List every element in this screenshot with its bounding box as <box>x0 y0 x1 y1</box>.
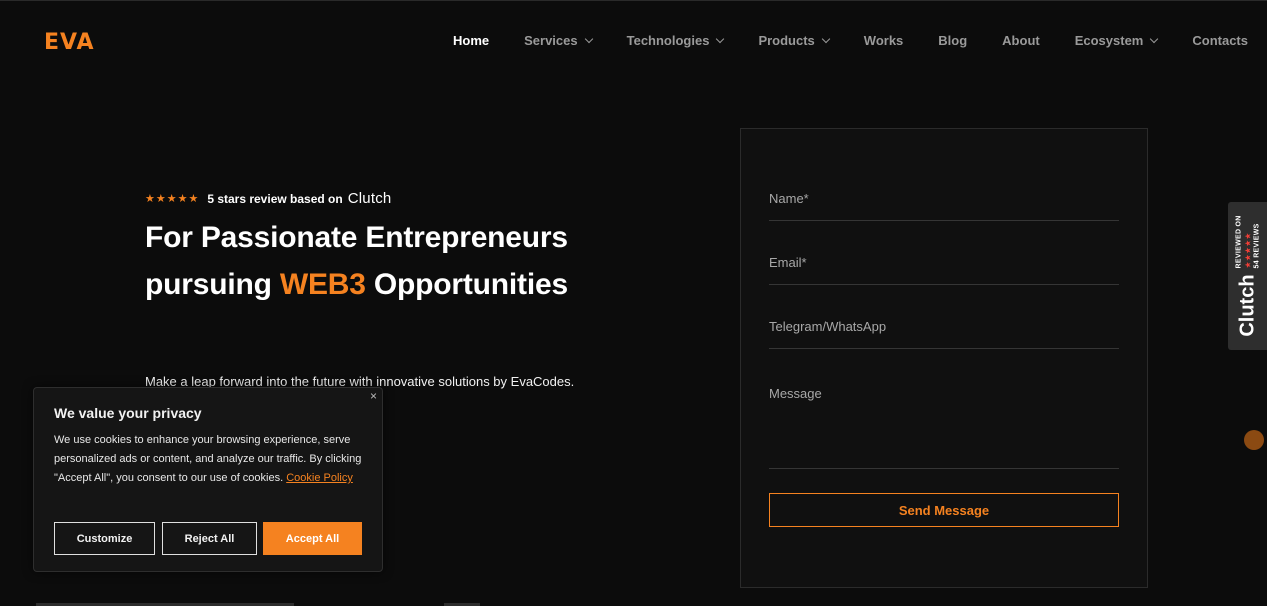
clutch-badge-brand: Clutch <box>1236 274 1258 337</box>
reject-all-button[interactable]: Reject All <box>162 522 257 555</box>
nav-services-label: Services <box>524 33 578 48</box>
contact-form: Send Message <box>740 128 1148 588</box>
hero-headline: For Passionate Entrepreneurs pursuing WE… <box>145 214 705 308</box>
nav-about[interactable]: About <box>1002 33 1040 48</box>
nav-ecosystem-label: Ecosystem <box>1074 33 1144 48</box>
hero-section: ★★★★★ 5 stars review based on Clutch For… <box>145 190 705 308</box>
nav-technologies-label: Technologies <box>626 33 710 48</box>
review-line: ★★★★★ 5 stars review based on Clutch <box>145 190 705 207</box>
nav-ecosystem[interactable]: Ecosystem <box>1074 33 1159 48</box>
nav-contacts-label: Contacts <box>1192 33 1248 48</box>
messenger-field[interactable] <box>769 319 1119 334</box>
close-icon[interactable]: × <box>370 389 377 403</box>
message-field[interactable] <box>769 386 1119 468</box>
clutch-badge-meta: REVIEWED ON ★★★★★ 54 REVIEWS <box>1234 215 1261 268</box>
name-field-wrap <box>769 191 1119 221</box>
star-rating-icon: ★★★★★ <box>145 193 200 205</box>
cookie-title: We value your privacy <box>54 405 202 421</box>
cookie-policy-link[interactable]: Cookie Policy <box>286 472 353 484</box>
nav-works-label: Works <box>863 33 904 48</box>
nav-contacts[interactable]: Contacts <box>1192 33 1248 48</box>
nav-home[interactable]: Home <box>453 33 489 48</box>
cookie-consent-banner: × We value your privacy We use cookies t… <box>33 387 383 572</box>
nav-blog-label: Blog <box>938 33 968 48</box>
nav-works[interactable]: Works <box>864 33 904 48</box>
nav-products-label: Products <box>758 33 815 48</box>
headline-suffix: Opportunities <box>365 268 568 301</box>
cookie-body: We use cookies to enhance your browsing … <box>54 431 364 488</box>
email-field-wrap <box>769 255 1119 285</box>
eva-logo[interactable]: EVA <box>44 30 95 55</box>
nav-about-label: About <box>1002 33 1040 48</box>
nav-products[interactable]: Products <box>758 33 831 48</box>
chevron-down-icon <box>1150 34 1159 44</box>
clutch-logo[interactable]: Clutch <box>348 190 392 207</box>
review-text: 5 stars review based on <box>207 191 343 206</box>
clutch-badge-reviews: 54 REVIEWS <box>1253 223 1260 269</box>
nav-services[interactable]: Services <box>524 33 593 48</box>
headline-accent: WEB3 <box>279 268 366 301</box>
chat-widget-icon[interactable] <box>1244 430 1264 450</box>
chevron-down-icon <box>584 34 593 44</box>
name-field[interactable] <box>769 191 1119 206</box>
chevron-down-icon <box>821 34 831 44</box>
main-nav: Home Services Technologies Products Work… <box>453 33 1248 48</box>
send-message-button[interactable]: Send Message <box>769 493 1119 527</box>
clutch-badge-reviewed-on: REVIEWED ON <box>1235 215 1242 269</box>
email-field[interactable] <box>769 255 1119 270</box>
headline-prefix: pursuing <box>145 268 280 301</box>
customize-button[interactable]: Customize <box>54 522 155 555</box>
message-field-wrap <box>769 386 1119 469</box>
nav-blog[interactable]: Blog <box>938 33 967 48</box>
headline-line1: For Passionate Entrepreneurs <box>145 221 568 254</box>
clutch-review-badge[interactable]: Clutch REVIEWED ON ★★★★★ 54 REVIEWS <box>1228 202 1267 350</box>
chevron-down-icon <box>716 34 725 44</box>
messenger-field-wrap <box>769 319 1119 349</box>
top-border <box>0 0 1267 1</box>
nav-home-label: Home <box>452 33 490 48</box>
clutch-badge-stars: ★★★★★ <box>1243 232 1252 269</box>
nav-technologies[interactable]: Technologies <box>626 33 725 48</box>
clutch-badge-content: Clutch REVIEWED ON ★★★★★ 54 REVIEWS <box>1228 202 1267 350</box>
accept-all-button[interactable]: Accept All <box>263 522 362 555</box>
